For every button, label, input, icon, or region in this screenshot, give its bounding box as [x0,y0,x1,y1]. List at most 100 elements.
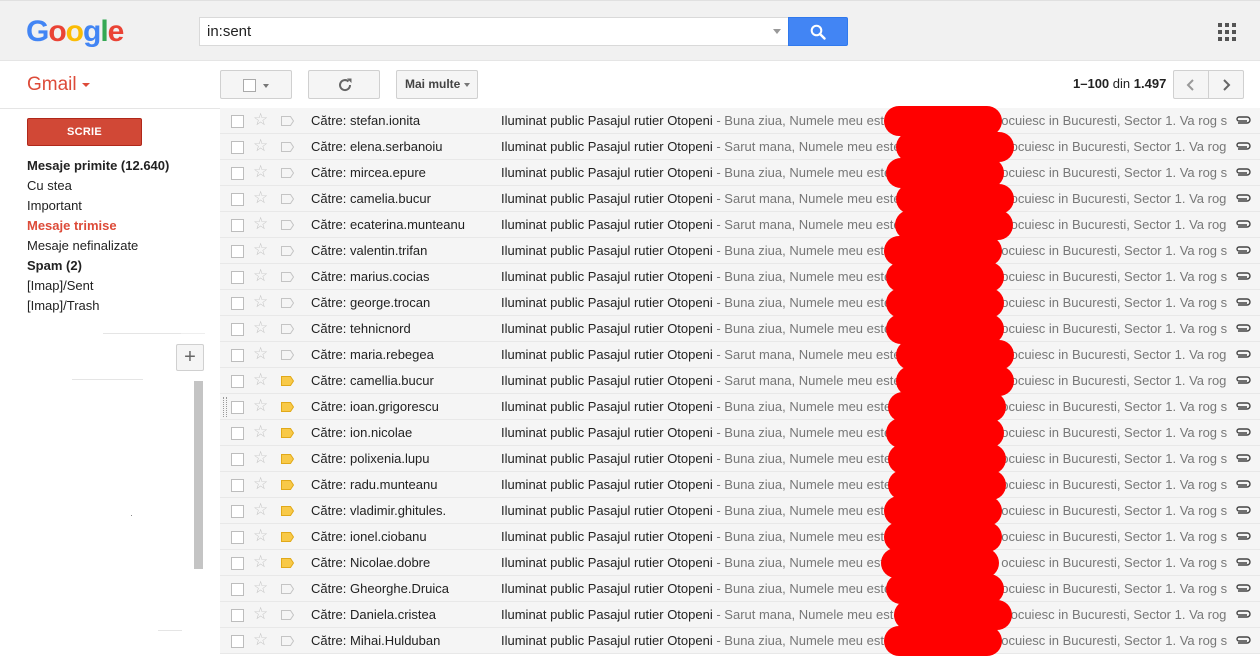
star-icon[interactable]: ☆ [253,579,268,597]
star-icon[interactable]: ☆ [253,111,268,129]
row-checkbox[interactable] [231,193,244,206]
row-checkbox[interactable] [231,375,244,388]
sidebar-item[interactable]: Spam (2) [27,258,217,278]
sidebar-scrollbar[interactable] [194,381,203,569]
email-row[interactable]: ☆ Către: stefan.ionita Iluminat public Pas… [220,108,1260,134]
important-marker-icon[interactable] [281,116,294,126]
email-row[interactable]: ☆ Către: radu.munteanu Iluminat public Pas… [220,472,1260,498]
important-marker-icon[interactable] [281,428,294,438]
important-marker-icon[interactable] [281,168,294,178]
important-marker-icon[interactable] [281,142,294,152]
email-row[interactable]: ☆ Către: ecaterina.munteanu Iluminat publi… [220,212,1260,238]
important-marker-icon[interactable] [281,402,294,412]
important-marker-icon[interactable] [281,272,294,282]
search-input[interactable] [200,18,760,45]
star-icon[interactable]: ☆ [253,215,268,233]
star-icon[interactable]: ☆ [253,553,268,571]
row-checkbox[interactable] [231,323,244,336]
row-checkbox[interactable] [231,453,244,466]
email-row[interactable]: ☆ Către: camellia.bucur Iluminat public Pa… [220,368,1260,394]
row-checkbox[interactable] [231,505,244,518]
row-checkbox[interactable] [231,583,244,596]
important-marker-icon[interactable] [281,376,294,386]
email-row[interactable]: ☆ Către: valentin.trifan Iluminat public P… [220,238,1260,264]
star-icon[interactable]: ☆ [253,631,268,649]
star-icon[interactable]: ☆ [253,501,268,519]
email-row[interactable]: ☆ Către: mircea.epure Iluminat public Pasa… [220,160,1260,186]
newer-button[interactable] [1173,70,1209,99]
row-checkbox[interactable] [231,531,244,544]
row-checkbox[interactable] [231,245,244,258]
compose-button[interactable]: SCRIE [27,118,142,146]
important-marker-icon[interactable] [281,532,294,542]
important-marker-icon[interactable] [281,610,294,620]
important-marker-icon[interactable] [281,246,294,256]
row-checkbox[interactable] [231,115,244,128]
email-row[interactable]: ☆ Către: elena.serbanoiu Iluminat public P… [220,134,1260,160]
important-marker-icon[interactable] [281,636,294,646]
email-row[interactable]: ☆ Către: maria.rebegea Iluminat public Pas… [220,342,1260,368]
refresh-button[interactable] [308,70,380,99]
star-icon[interactable]: ☆ [253,527,268,545]
important-marker-icon[interactable] [281,350,294,360]
drag-handle-icon[interactable] [223,397,227,417]
row-checkbox[interactable] [231,297,244,310]
sidebar-item[interactable]: Mesaje nefinalizate [27,238,217,258]
gmail-menu[interactable]: Gmail [27,74,90,96]
important-marker-icon[interactable] [281,584,294,594]
important-marker-icon[interactable] [281,298,294,308]
row-checkbox[interactable] [231,479,244,492]
star-icon[interactable]: ☆ [253,267,268,285]
email-row[interactable]: ☆ Către: Nicolae.dobre Iluminat public Pas… [220,550,1260,576]
important-marker-icon[interactable] [281,194,294,204]
email-row[interactable]: ☆ Către: george.trocan Iluminat public Pas… [220,290,1260,316]
sidebar-item[interactable]: Mesaje primite (12.640) [27,158,217,178]
email-row[interactable]: ☆ Către: ion.nicolae Iluminat public Pasaj… [220,420,1260,446]
star-icon[interactable]: ☆ [253,345,268,363]
star-icon[interactable]: ☆ [253,605,268,623]
star-icon[interactable]: ☆ [253,423,268,441]
row-checkbox[interactable] [231,635,244,648]
important-marker-icon[interactable] [281,558,294,568]
star-icon[interactable]: ☆ [253,241,268,259]
row-checkbox[interactable] [231,167,244,180]
older-button[interactable] [1208,70,1244,99]
email-row[interactable]: ☆ Către: polixenia.lupu Iluminat public Pa… [220,446,1260,472]
row-checkbox[interactable] [231,271,244,284]
more-actions-button[interactable]: Mai multe [396,70,478,99]
important-marker-icon[interactable] [281,454,294,464]
star-icon[interactable]: ☆ [253,371,268,389]
row-checkbox[interactable] [231,219,244,232]
star-icon[interactable]: ☆ [253,293,268,311]
star-icon[interactable]: ☆ [253,163,268,181]
row-checkbox[interactable] [231,141,244,154]
email-row[interactable]: ☆ Către: Daniela.cristea Iluminat public P… [220,602,1260,628]
important-marker-icon[interactable] [281,480,294,490]
google-logo[interactable]: Google [26,15,124,49]
row-checkbox[interactable] [231,427,244,440]
apps-grid-icon[interactable] [1218,23,1236,41]
email-row[interactable]: ☆ Către: tehnicnord Iluminat public Pasaju… [220,316,1260,342]
star-icon[interactable]: ☆ [253,475,268,493]
email-row[interactable]: ☆ Către: ionel.ciobanu Iluminat public Pas… [220,524,1260,550]
row-checkbox[interactable] [231,609,244,622]
email-row[interactable]: ☆ Către: Gheorghe.Druica Iluminat public P… [220,576,1260,602]
email-row[interactable]: ☆ Către: ioan.grigorescu Iluminat public P… [220,394,1260,420]
star-icon[interactable]: ☆ [253,189,268,207]
add-button[interactable]: + [176,344,204,371]
select-all-button[interactable] [220,70,292,99]
sidebar-item[interactable]: [Imap]/Sent [27,278,217,298]
search-button[interactable] [788,17,848,46]
important-marker-icon[interactable] [281,506,294,516]
email-row[interactable]: ☆ Către: Mihai.Hulduban Iluminat public Pa… [220,628,1260,654]
email-row[interactable]: ☆ Către: vladimir.ghitules. Iluminat publi… [220,498,1260,524]
star-icon[interactable]: ☆ [253,397,268,415]
important-marker-icon[interactable] [281,324,294,334]
row-checkbox[interactable] [231,557,244,570]
row-checkbox[interactable] [231,349,244,362]
star-icon[interactable]: ☆ [253,449,268,467]
star-icon[interactable]: ☆ [253,319,268,337]
sidebar-item[interactable]: [Imap]/Trash [27,298,217,318]
important-marker-icon[interactable] [281,220,294,230]
search-options-icon[interactable] [773,29,781,34]
